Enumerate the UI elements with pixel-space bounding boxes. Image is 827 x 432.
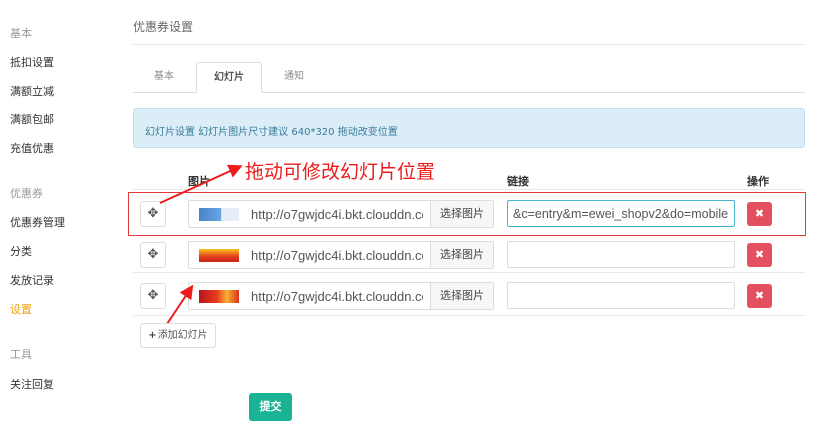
slide-thumbnail (199, 290, 239, 303)
sidebar-group-tools: 工具 (10, 348, 32, 361)
close-x-icon: ✖ (754, 207, 765, 220)
sidebar-item-free-shipping[interactable]: 满额包邮 (10, 111, 54, 127)
info-alert-text: 幻灯片设置 幻灯片图片尺寸建议 640*320 拖动改变位置 (145, 127, 398, 138)
choose-image-button[interactable]: 选择图片 (430, 242, 493, 268)
sidebar-item-recharge-discount[interactable]: 充值优惠 (10, 140, 54, 156)
add-slide-button[interactable]: +添加幻灯片 (140, 323, 216, 348)
image-input-group: 选择图片 (188, 200, 494, 228)
table-divider (133, 315, 805, 316)
choose-image-button[interactable]: 选择图片 (430, 283, 493, 309)
column-header-image: 图片 (188, 175, 210, 188)
drag-handle[interactable]: ✥ (140, 242, 166, 268)
sidebar-item-issue-records[interactable]: 发放记录 (10, 272, 54, 288)
table-divider (133, 272, 805, 273)
tab-basic[interactable]: 基本 (138, 62, 190, 93)
tab-bar: 基本 幻灯片 通知 (133, 62, 805, 93)
move-arrows-icon: ✥ (147, 206, 159, 221)
info-alert: 幻灯片设置 幻灯片图片尺寸建议 640*320 拖动改变位置 (133, 108, 805, 148)
column-header-action: 操作 (747, 175, 769, 188)
delete-button[interactable]: ✖ (747, 202, 772, 226)
link-input[interactable] (507, 241, 735, 268)
image-input-group: 选择图片 (188, 241, 494, 269)
plus-icon: + (148, 330, 157, 341)
link-input[interactable] (507, 200, 735, 227)
table-divider (133, 189, 805, 190)
slide-thumbnail (199, 249, 239, 262)
sidebar-item-categories[interactable]: 分类 (10, 243, 32, 259)
drag-handle[interactable]: ✥ (140, 201, 166, 227)
sidebar-item-coupon-management[interactable]: 优惠券管理 (10, 214, 65, 230)
delete-button[interactable]: ✖ (747, 243, 772, 267)
image-url-input[interactable] (245, 283, 429, 309)
sidebar-item-follow-reply[interactable]: 关注回复 (10, 376, 54, 392)
sidebar-item-settings[interactable]: 设置 (10, 301, 32, 317)
image-url-input[interactable] (245, 242, 429, 268)
sidebar-group-basic: 基本 (10, 27, 32, 40)
annotation-label: 拖动可修改幻灯片位置 (245, 161, 436, 183)
move-arrows-icon: ✥ (147, 288, 159, 303)
add-slide-label: 添加幻灯片 (157, 330, 208, 341)
slide-thumbnail (199, 208, 239, 221)
image-input-group: 选择图片 (188, 282, 494, 310)
column-header-link: 链接 (507, 175, 529, 188)
sidebar-item-deduction-settings[interactable]: 抵扣设置 (10, 54, 54, 70)
choose-image-button[interactable]: 选择图片 (430, 201, 493, 227)
move-arrows-icon: ✥ (147, 247, 159, 262)
title-divider (133, 44, 805, 45)
close-x-icon: ✖ (754, 289, 765, 302)
delete-button[interactable]: ✖ (747, 284, 772, 308)
submit-button[interactable]: 提交 (249, 393, 292, 421)
sidebar-group-coupons: 优惠券 (10, 187, 43, 200)
tab-slides[interactable]: 幻灯片 (196, 62, 262, 93)
sidebar-item-full-reduction[interactable]: 满额立减 (10, 83, 54, 99)
sidebar: 基本 抵扣设置 满额立减 满额包邮 充值优惠 优惠券 优惠券管理 分类 发放记录… (0, 0, 110, 432)
close-x-icon: ✖ (754, 248, 765, 261)
page-title: 优惠券设置 (133, 20, 194, 34)
tab-notifications[interactable]: 通知 (268, 62, 320, 93)
image-url-input[interactable] (245, 201, 429, 227)
drag-handle[interactable]: ✥ (140, 283, 166, 309)
link-input[interactable] (507, 282, 735, 309)
